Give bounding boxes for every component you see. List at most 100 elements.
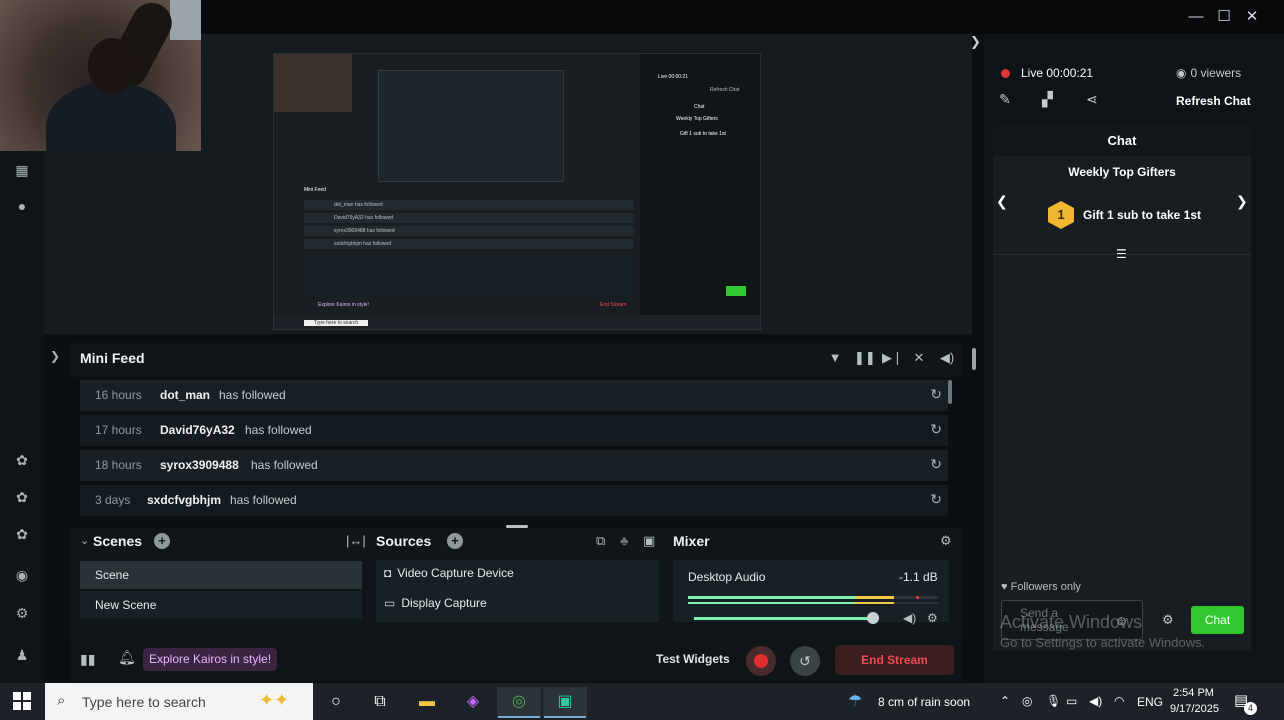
next-arrow-icon[interactable]: ❯ xyxy=(1236,193,1248,210)
app-icon-2[interactable]: ✿ xyxy=(12,487,32,507)
viewer-count-text: 0 viewers xyxy=(1190,66,1242,80)
volume-slider[interactable] xyxy=(694,617,877,620)
language-indicator[interactable]: ENG xyxy=(1137,695,1163,709)
microphone-icon[interactable]: 🎙︎ xyxy=(1046,694,1061,708)
speaker-tray-icon[interactable]: ◀) xyxy=(1089,694,1102,708)
preview-gifters: Weekly Top Gifters xyxy=(676,116,718,122)
send-chat-button[interactable]: Chat xyxy=(1191,606,1244,634)
app-icon-1[interactable]: ✿ xyxy=(12,450,32,470)
collapse-chat-icon[interactable]: ❯ xyxy=(970,34,984,54)
speaker-icon[interactable]: ◀) xyxy=(903,611,916,625)
file-explorer-icon[interactable]: ▬ xyxy=(405,687,449,717)
feed-time: 16 hours xyxy=(95,388,142,402)
show-hidden-icons[interactable]: ⌃ xyxy=(1000,694,1010,708)
preview-chat-button xyxy=(726,286,746,296)
copilot-icon[interactable]: ◈ xyxy=(451,687,495,717)
cortana-icon[interactable]: ○ xyxy=(314,687,358,717)
refresh-chat-button[interactable]: Refresh Chat xyxy=(1176,94,1251,108)
app-icon-3[interactable]: ✿ xyxy=(12,524,32,544)
live-indicator-icon xyxy=(1001,69,1010,78)
stats-icon[interactable]: ▮▮ xyxy=(80,651,95,668)
feed-username[interactable]: dot_man xyxy=(160,388,210,402)
add-source-icon[interactable]: + xyxy=(447,533,463,549)
heart-icon: ♥ xyxy=(1001,581,1008,593)
divider xyxy=(993,254,1251,255)
gift-prompt[interactable]: Gift 1 sub to take 1st xyxy=(1083,208,1201,222)
replay-alert-icon[interactable]: ↻ xyxy=(930,491,942,508)
feed-scrollbar[interactable] xyxy=(948,380,952,404)
clock-date[interactable]: 9/17/2025 xyxy=(1170,703,1219,715)
feed-time: 18 hours xyxy=(95,458,142,472)
minimize-button[interactable]: — xyxy=(1185,6,1207,28)
mute-alerts-icon[interactable]: ✕ xyxy=(910,350,928,366)
weather-icon[interactable]: ☂ xyxy=(848,691,862,711)
chat-settings-icon[interactable]: ⚙ xyxy=(1162,612,1174,628)
source-item[interactable]: ▭ Display Capture xyxy=(384,596,487,610)
volume-slider-handle[interactable] xyxy=(867,612,879,624)
share-icon[interactable]: ⋖ xyxy=(1086,91,1098,108)
add-scene-icon[interactable]: + xyxy=(154,533,170,549)
search-highlight-icon: ✦✦ xyxy=(259,690,290,710)
active-app-indicator xyxy=(498,716,540,718)
prev-arrow-icon[interactable]: ❮ xyxy=(996,193,1008,210)
dashboard-icon[interactable]: ▦ xyxy=(12,160,32,180)
wifi-icon[interactable]: ◠ xyxy=(1114,694,1124,708)
channel-settings-icon[interactable]: ⚙ xyxy=(927,611,938,625)
feed-username[interactable]: David76yA32 xyxy=(160,423,235,437)
source-item[interactable]: ◘ Video Capture Device xyxy=(384,566,514,580)
source-layout-icon[interactable]: ⧉ xyxy=(596,533,605,549)
edit-stream-icon[interactable]: ✎ xyxy=(999,91,1011,108)
notification-bell-icon[interactable]: 🔔︎ xyxy=(118,649,136,666)
mixer-settings-icon[interactable]: ⚙ xyxy=(940,533,952,549)
preview-chat-title: Chat xyxy=(694,104,705,110)
expand-left-icon[interactable]: ❯ xyxy=(50,349,60,363)
scenes-title: Scenes xyxy=(93,533,143,549)
collapse-scenes-icon[interactable]: ⌄ xyxy=(80,534,89,547)
dashboard-icon[interactable]: ▞ xyxy=(1042,91,1053,108)
replay-alert-icon[interactable]: ↻ xyxy=(930,386,942,403)
filter-icon[interactable]: ▼ xyxy=(826,350,844,365)
weather-text[interactable]: 8 cm of rain soon xyxy=(878,695,970,709)
source-filter-icon[interactable]: ♣ xyxy=(620,533,629,548)
preview-feed-row: syrox3909488 has followed xyxy=(334,228,395,234)
skip-icon[interactable]: ▶❘ xyxy=(882,350,903,366)
explore-kairos-link[interactable]: Explore Kairos in style! xyxy=(143,648,278,671)
volume-icon[interactable]: ◀) xyxy=(938,350,956,366)
feed-action: has followed xyxy=(219,388,286,402)
feed-username[interactable]: syrox3909488 xyxy=(160,458,239,472)
live-icon[interactable]: ● xyxy=(12,196,32,216)
clock-time[interactable]: 2:54 PM xyxy=(1173,687,1214,699)
scene-item[interactable]: Scene xyxy=(80,561,362,589)
camera-icon: ◘ xyxy=(384,566,392,580)
replay-buffer-button[interactable]: ↺ xyxy=(790,646,820,676)
taskbar-search-box[interactable]: ⌕ Type here to search ✦✦ xyxy=(45,683,313,720)
weekly-top-gifters-title: Weekly Top Gifters xyxy=(1068,165,1176,179)
pause-icon[interactable]: ❚❚ xyxy=(854,350,876,366)
eye-icon[interactable]: ◉ xyxy=(12,565,32,585)
replay-alert-icon[interactable]: ↻ xyxy=(930,421,942,438)
settings-icon[interactable]: ⚙ xyxy=(12,603,32,623)
active-app-indicator xyxy=(544,716,586,718)
streamlabs-icon[interactable]: ▣ xyxy=(543,687,587,717)
test-widgets-button[interactable]: Test Widgets xyxy=(656,652,730,666)
replay-alert-icon[interactable]: ↻ xyxy=(930,456,942,473)
task-view-icon[interactable]: ⧉ xyxy=(358,687,402,717)
end-stream-button[interactable]: End Stream xyxy=(835,645,954,675)
mini-feed-scrollbar[interactable] xyxy=(972,348,976,370)
followers-only-text: Followers only xyxy=(1010,581,1081,593)
source-folder-icon[interactable]: ▣ xyxy=(643,533,655,549)
close-button[interactable]: ✕ xyxy=(1241,6,1263,28)
feed-action: has followed xyxy=(230,493,297,507)
battery-icon[interactable]: ▭ xyxy=(1066,694,1077,708)
maximize-button[interactable]: ☐ xyxy=(1213,6,1235,28)
windows-start-icon[interactable] xyxy=(13,692,31,710)
sources-title: Sources xyxy=(376,533,432,549)
chrome-icon[interactable]: ◎ xyxy=(497,687,541,717)
feed-username[interactable]: sxdcfvgbhjm xyxy=(147,493,221,507)
tray-app-icon[interactable]: ◎ xyxy=(1022,694,1032,708)
preview-search: Type here to search xyxy=(304,320,369,326)
scene-item[interactable]: New Scene xyxy=(80,591,362,619)
profile-icon[interactable]: ♟ xyxy=(12,645,32,665)
app-window: — ☐ ✕ ▦ ● ✿ ✿ ✿ ◉ ⚙ ♟ ❯ Live 00:00:21 Re… xyxy=(0,0,1284,720)
scene-transitions-icon[interactable]: |↔| xyxy=(346,533,366,548)
